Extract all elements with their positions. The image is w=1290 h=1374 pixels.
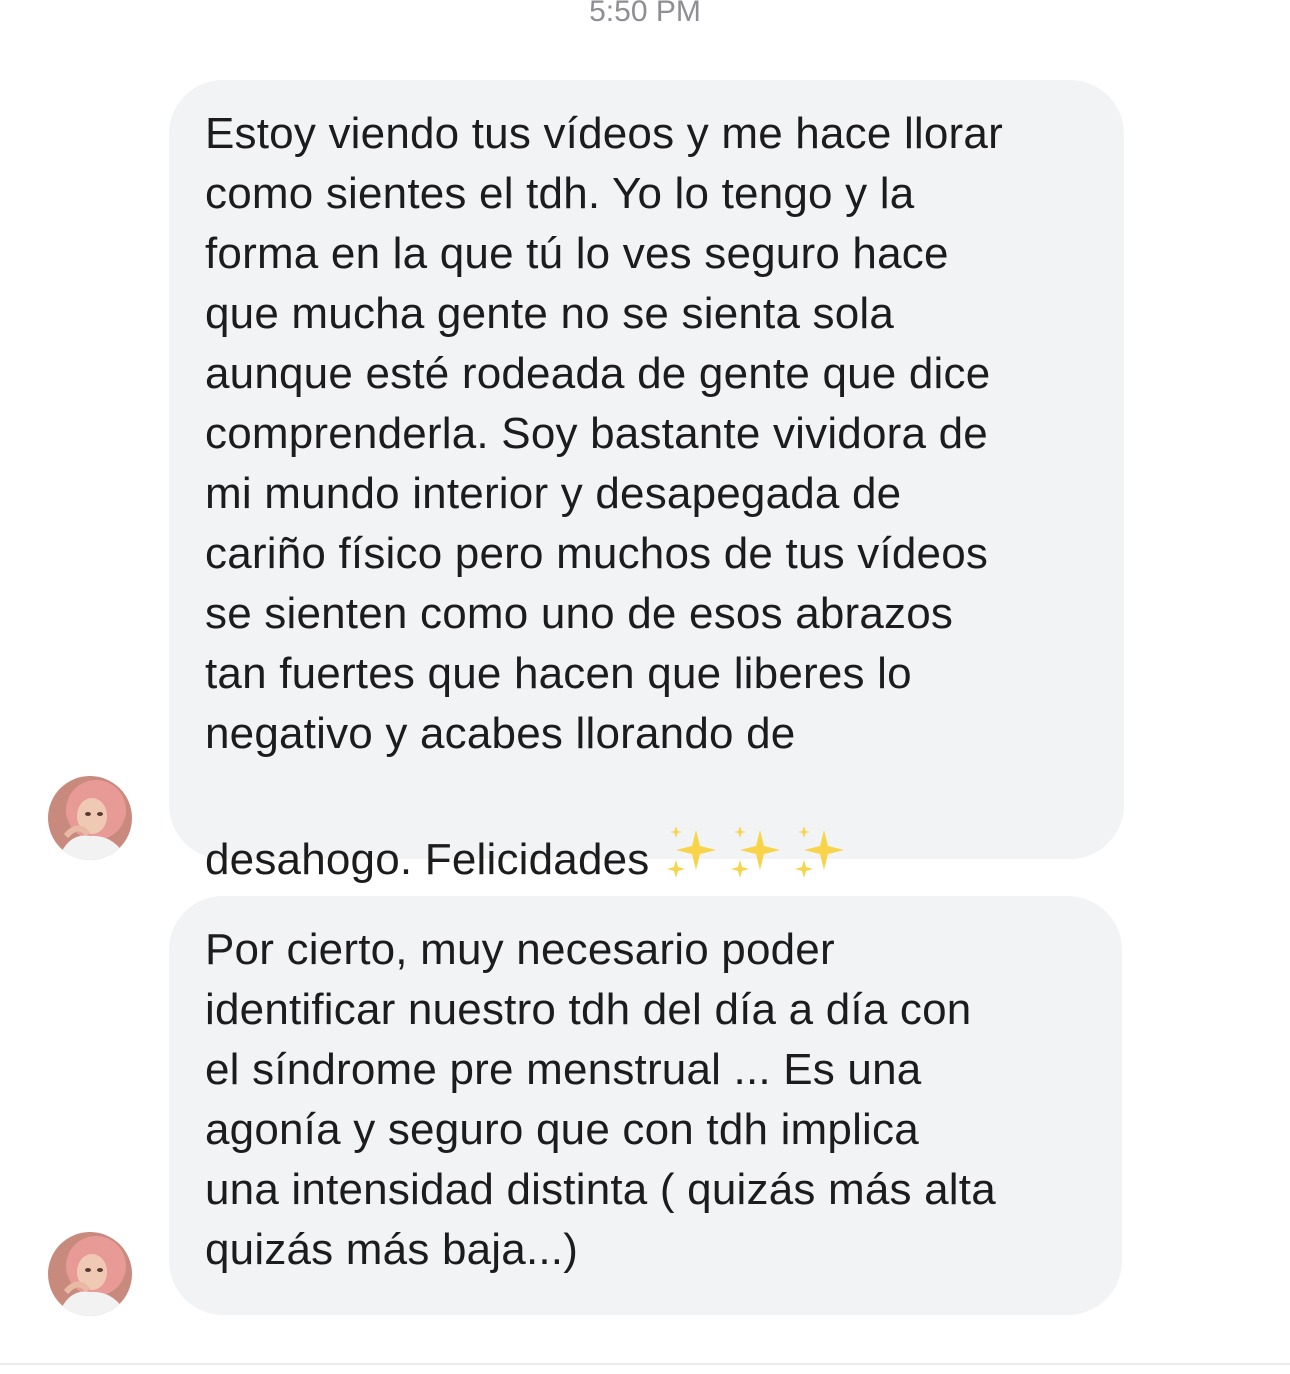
message-text: Estoy viendo tus vídeos y me hace llorar…	[205, 109, 1003, 884]
sender-avatar[interactable]	[48, 1232, 132, 1316]
message-bubble[interactable]: Por cierto, muy necesario poder identifi…	[169, 896, 1122, 1315]
avatar-photo-icon	[48, 776, 132, 860]
sparkles-emoji	[664, 764, 856, 896]
message-timestamp: 5:50 PM	[589, 0, 701, 28]
avatar-photo-icon	[48, 1232, 132, 1316]
sparkles-icon	[794, 826, 844, 878]
divider	[0, 1363, 1290, 1365]
sparkles-icon	[730, 826, 780, 878]
message-text: Por cierto, muy necesario poder identifi…	[205, 925, 996, 1274]
sparkles-icon	[666, 826, 716, 878]
sender-avatar[interactable]	[48, 776, 132, 860]
message-bubble[interactable]: Estoy viendo tus vídeos y me hace llorar…	[169, 80, 1124, 884]
